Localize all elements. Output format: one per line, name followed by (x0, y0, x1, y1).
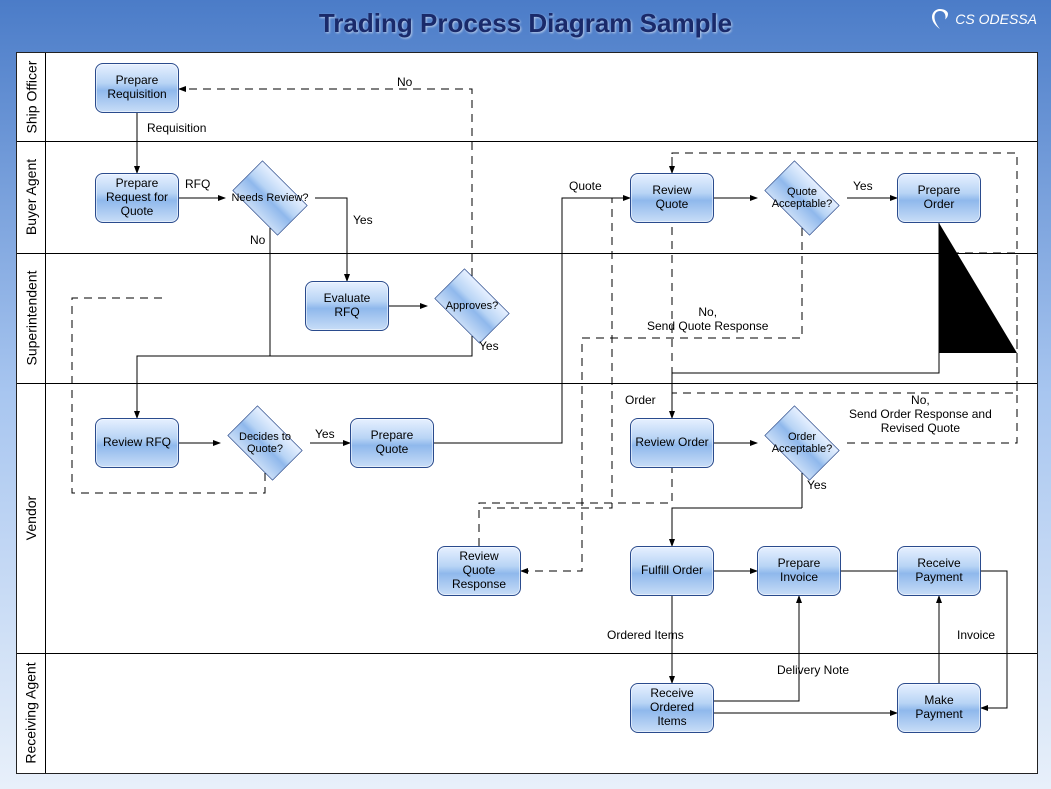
edge-label-invoice: Invoice (957, 628, 995, 642)
lane-label-ship-officer: Ship Officer (17, 53, 45, 141)
decision-approves: Approves? (427, 276, 517, 336)
task-review-quote-response: Review Quote Response (437, 546, 521, 596)
lane-label-column: Ship Officer Buyer Agent Superintendent … (17, 53, 46, 773)
logo: CS ODESSA (929, 8, 1037, 30)
lane-label-buyer-agent: Buyer Agent (17, 141, 45, 253)
task-prepare-requisition: Prepare Requisition (95, 63, 179, 113)
edge-label-approves-yes: Yes (479, 339, 499, 353)
decision-decides-to-quote: Decides to Quote? (220, 413, 310, 473)
swimlane-diagram: Ship Officer Buyer Agent Superintendent … (16, 52, 1038, 774)
lane-separator (17, 653, 1037, 654)
task-review-quote: Review Quote (630, 173, 714, 223)
lane-separator (17, 253, 1037, 254)
edge-label-quote-acceptable-no: No, Send Quote Response (647, 305, 768, 333)
edge-label-no-top: No (397, 75, 412, 89)
task-receive-ordered-items: Receive Ordered Items (630, 683, 714, 733)
lane-label-receiving-agent: Receiving Agent (17, 653, 45, 773)
edge-label-order: Order (625, 393, 656, 407)
task-fulfill-order: Fulfill Order (630, 546, 714, 596)
task-prepare-order: Prepare Order (897, 173, 981, 223)
task-review-rfq: Review RFQ (95, 418, 179, 468)
edge-label-requisition: Requisition (147, 121, 206, 135)
logo-icon (929, 8, 951, 30)
decision-quote-acceptable: Quote Acceptable? (757, 168, 847, 228)
task-evaluate-rfq: Evaluate RFQ (305, 281, 389, 331)
lane-separator (17, 383, 1037, 384)
task-receive-payment: Receive Payment (897, 546, 981, 596)
lane-label-vendor: Vendor (17, 383, 45, 653)
edge-label-ordered-items: Ordered Items (607, 628, 684, 642)
edge-label-quote-acceptable-yes: Yes (853, 179, 873, 193)
edge-label-order-acceptable-yes: Yes (807, 478, 827, 492)
task-make-payment: Make Payment (897, 683, 981, 733)
edge-label-decides-yes: Yes (315, 427, 335, 441)
task-review-order: Review Order (630, 418, 714, 468)
edge-label-quote: Quote (569, 179, 602, 193)
task-prepare-invoice: Prepare Invoice (757, 546, 841, 596)
task-prepare-quote: Prepare Quote (350, 418, 434, 468)
edge-label-rfq: RFQ (185, 177, 210, 191)
lane-separator (17, 141, 1037, 142)
edge-label-needs-review-yes: Yes (353, 213, 373, 227)
edge-label-order-acceptable-no: No, Send Order Response and Revised Quot… (849, 393, 992, 435)
diagram-title: Trading Process Diagram Sample (0, 8, 1051, 39)
task-prepare-rfq: Prepare Request for Quote (95, 173, 179, 223)
decision-order-acceptable: Order Acceptable? (757, 413, 847, 473)
lane-label-superintendent: Superintendent (17, 253, 45, 383)
decision-needs-review: Needs Review? (225, 168, 315, 228)
edge-label-needs-review-no: No (250, 233, 265, 247)
edge-label-delivery-note: Delivery Note (777, 663, 849, 677)
